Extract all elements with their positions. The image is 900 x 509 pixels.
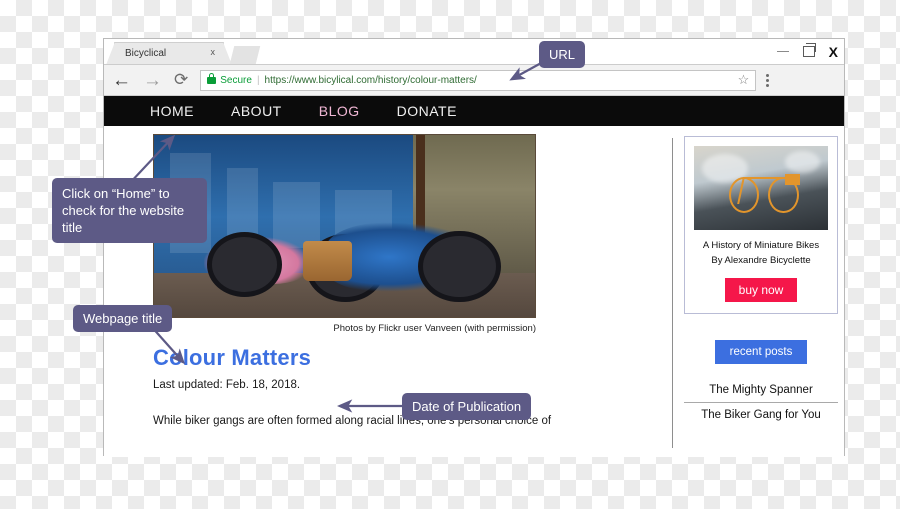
callout-url: URL	[539, 41, 586, 69]
site-navigation: HOME ABOUT BLOG DONATE	[104, 96, 844, 126]
sidebar: A History of Miniature Bikes By Alexandr…	[684, 136, 838, 427]
last-updated-date: Last updated: Feb. 18, 2018.	[153, 379, 301, 391]
nav-item-about[interactable]: ABOUT	[231, 103, 282, 119]
nav-item-donate[interactable]: DONATE	[397, 103, 457, 119]
buy-now-button[interactable]: buy now	[724, 277, 798, 302]
url-text: https://www.bicylical.com/history/colour…	[264, 74, 477, 86]
lock-icon	[207, 72, 217, 84]
kebab-menu-icon[interactable]	[766, 73, 770, 87]
callout-webpage-title: Webpage title	[73, 305, 173, 333]
content-sidebar-divider	[672, 138, 673, 448]
ad-title-line-2: By Alexandre Bicyclette	[711, 254, 811, 266]
bookmark-star-icon[interactable]: ☆	[738, 72, 750, 88]
browser-tab[interactable]: Bicyclical x	[114, 42, 224, 64]
page-title: Colour Matters	[153, 345, 312, 370]
sidebar-ad-card[interactable]: A History of Miniature Bikes By Alexandr…	[684, 136, 838, 314]
nav-item-blog[interactable]: BLOG	[319, 103, 360, 119]
tab-strip: Bicyclical x X	[104, 39, 844, 64]
address-separator: |	[256, 74, 260, 86]
ad-product-image	[694, 146, 828, 230]
address-bar[interactable]: Secure | https://www.bicylical.com/histo…	[200, 69, 757, 91]
tab-title: Bicyclical	[125, 48, 167, 59]
new-tab-button[interactable]	[229, 46, 261, 64]
maximize-icon[interactable]	[802, 42, 816, 59]
callout-home: Click on “Home” to check for the website…	[52, 178, 207, 244]
list-item[interactable]: The Biker Gang for You	[684, 401, 838, 427]
nav-item-home[interactable]: HOME	[150, 103, 194, 119]
minimize-icon[interactable]	[776, 46, 789, 58]
back-button[interactable]: ←	[112, 71, 131, 90]
secure-label: Secure	[220, 74, 252, 86]
window-controls: X	[776, 41, 838, 63]
hero-photo	[153, 134, 536, 318]
list-item[interactable]: The Mighty Spanner	[684, 378, 838, 402]
recent-posts-list: The Mighty Spanner The Biker Gang for Yo…	[684, 378, 838, 427]
tab-close-icon[interactable]: x	[211, 47, 216, 57]
close-icon[interactable]: X	[829, 45, 838, 59]
ad-title-line-1: A History of Miniature Bikes	[702, 240, 820, 251]
reload-icon[interactable]: ⟳	[174, 70, 188, 90]
callout-date-of-publication: Date of Publication	[402, 393, 532, 421]
forward-button[interactable]: →	[143, 71, 162, 90]
browser-toolbar: ← → ⟳ Secure | https://www.bicylical.com…	[104, 64, 844, 96]
recent-posts-button[interactable]: recent posts	[714, 339, 808, 364]
photo-caption: Photos by Flickr user Vanveen (with perm…	[333, 323, 536, 334]
